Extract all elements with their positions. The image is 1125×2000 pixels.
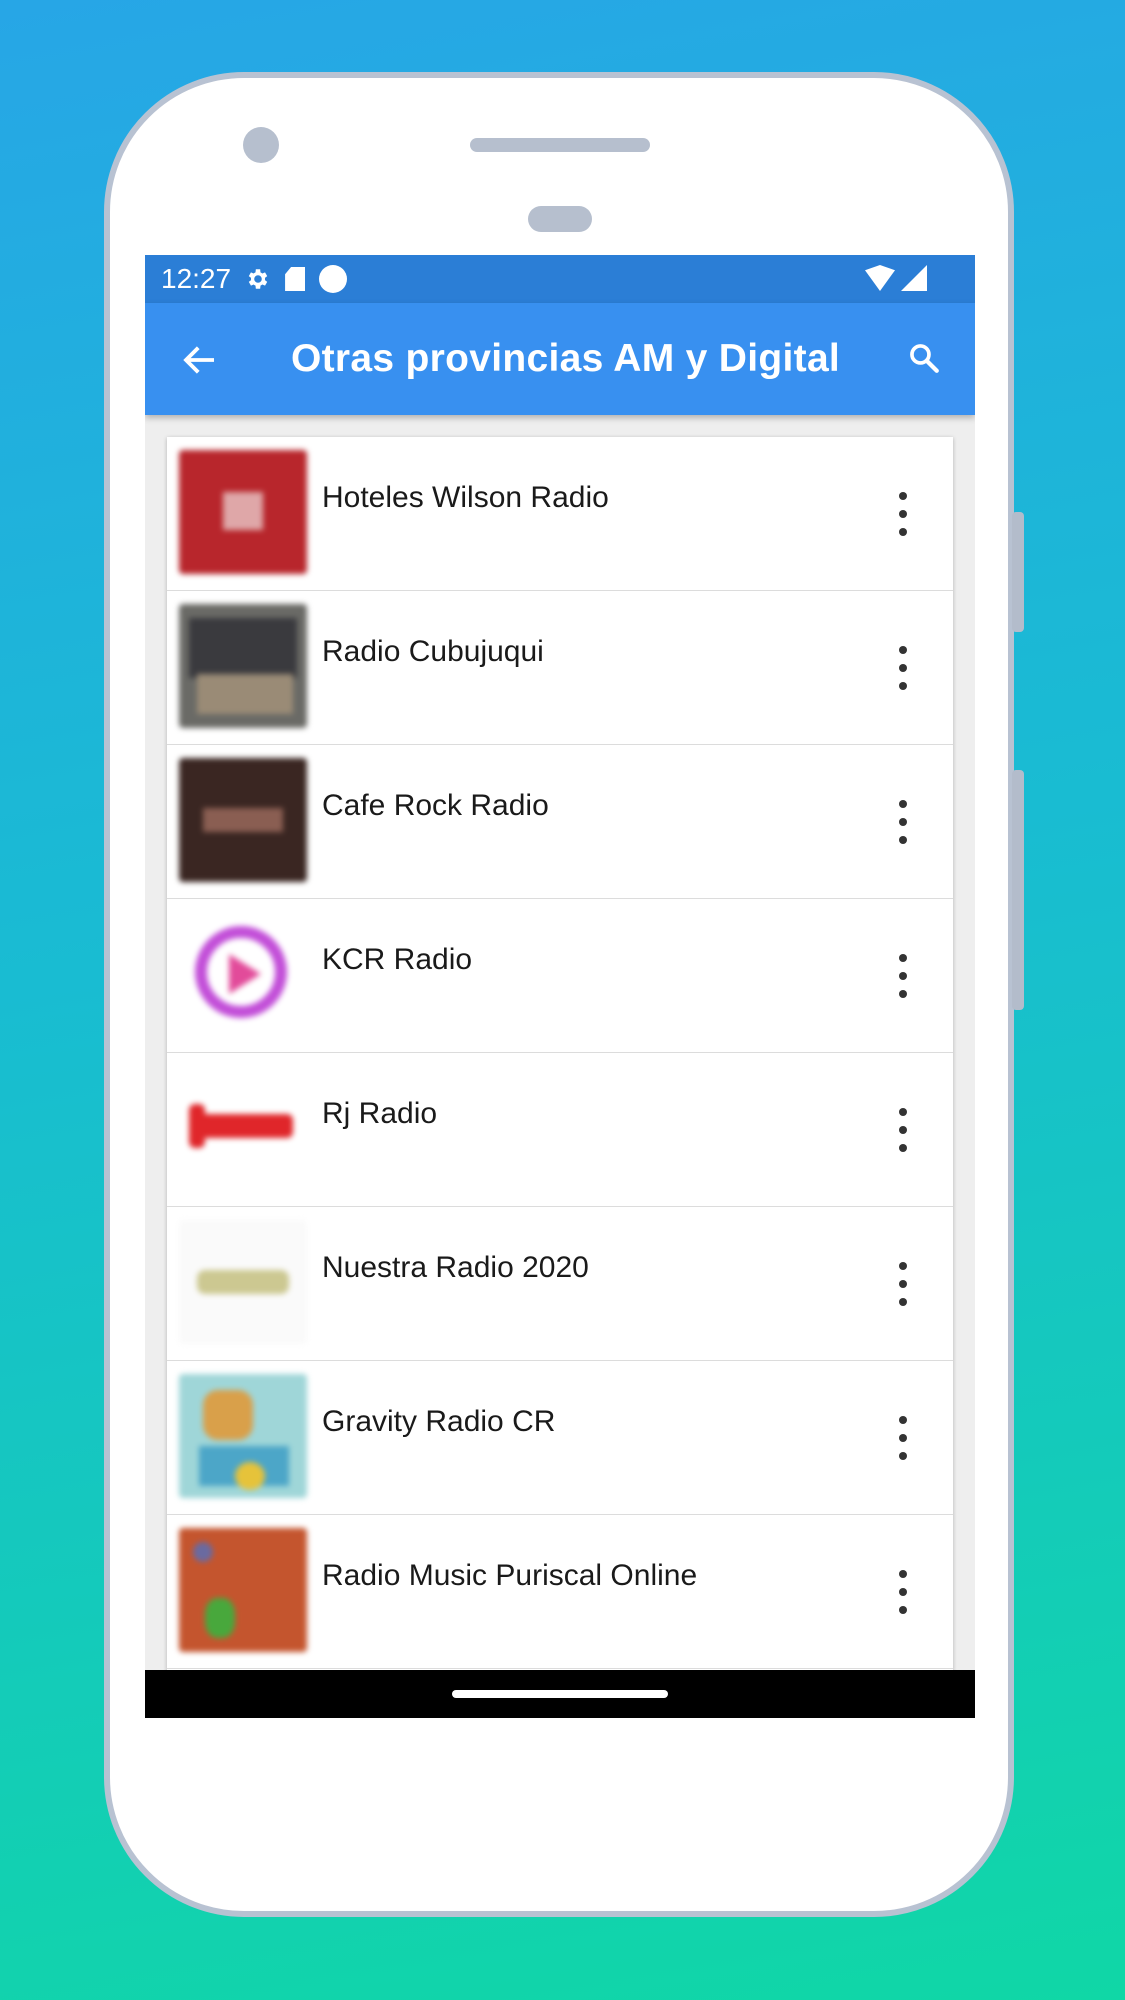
more-options-icon[interactable] xyxy=(883,954,923,998)
phone-volume-button xyxy=(1012,770,1024,1010)
station-logo xyxy=(179,1066,307,1190)
station-item-rj[interactable]: Rj Radio xyxy=(167,1053,953,1207)
wifi-icon xyxy=(865,265,895,291)
more-options-icon[interactable] xyxy=(883,1262,923,1306)
more-options-icon[interactable] xyxy=(883,492,923,536)
station-list: Hoteles Wilson Radio Radio Cubujuqui Caf… xyxy=(167,437,953,1687)
station-item-kcr[interactable]: KCR Radio xyxy=(167,899,953,1053)
sd-card-icon xyxy=(285,267,306,291)
station-name: Radio Cubujuqui xyxy=(322,635,544,668)
station-item-nuestra-radio[interactable]: Nuestra Radio 2020 xyxy=(167,1207,953,1361)
more-options-icon[interactable] xyxy=(883,800,923,844)
app-bar: Otras provincias AM y Digital xyxy=(145,303,975,415)
station-logo xyxy=(179,758,307,882)
more-options-icon[interactable] xyxy=(883,1416,923,1460)
page-title: Otras provincias AM y Digital xyxy=(291,337,841,380)
home-gesture-handle[interactable] xyxy=(452,1690,668,1698)
more-options-icon[interactable] xyxy=(883,646,923,690)
station-name: Hoteles Wilson Radio xyxy=(322,481,609,514)
station-item-cubujuqui[interactable]: Radio Cubujuqui xyxy=(167,591,953,745)
station-logo xyxy=(179,604,307,728)
search-icon[interactable] xyxy=(907,341,941,375)
proximity-sensor xyxy=(528,206,592,232)
station-name: KCR Radio xyxy=(322,943,473,976)
station-item-hoteles-wilson[interactable]: Hoteles Wilson Radio xyxy=(167,437,953,591)
status-bar: 12:27 xyxy=(145,255,975,303)
back-arrow-icon[interactable] xyxy=(179,339,221,381)
cell-signal-icon xyxy=(901,265,927,291)
station-name: Rj Radio xyxy=(322,1097,438,1130)
station-item-music-puriscal[interactable]: Radio Music Puriscal Online xyxy=(167,1515,953,1669)
gear-icon xyxy=(248,269,268,289)
station-item-cafe-rock[interactable]: Cafe Rock Radio xyxy=(167,745,953,899)
station-name: Nuestra Radio 2020 xyxy=(322,1251,589,1284)
front-camera xyxy=(243,127,279,163)
station-logo xyxy=(179,1220,307,1344)
station-logo xyxy=(179,1528,307,1652)
station-logo xyxy=(179,1374,307,1498)
earpiece-speaker xyxy=(470,138,650,152)
more-options-icon[interactable] xyxy=(883,1108,923,1152)
station-item-gravity[interactable]: Gravity Radio CR xyxy=(167,1361,953,1515)
phone-power-button xyxy=(1012,512,1024,632)
app-screen: 12:27 Otras provincias AM y Digital Hote… xyxy=(145,255,975,1718)
station-name: Radio Music Puriscal Online xyxy=(322,1559,698,1592)
notification-dot-icon xyxy=(319,265,348,293)
navigation-bar xyxy=(145,1670,975,1718)
status-time: 12:27 xyxy=(161,263,232,294)
station-name: Gravity Radio CR xyxy=(322,1405,556,1438)
station-name: Cafe Rock Radio xyxy=(322,789,549,822)
station-logo xyxy=(179,912,307,1036)
more-options-icon[interactable] xyxy=(883,1570,923,1614)
station-logo xyxy=(179,450,307,574)
